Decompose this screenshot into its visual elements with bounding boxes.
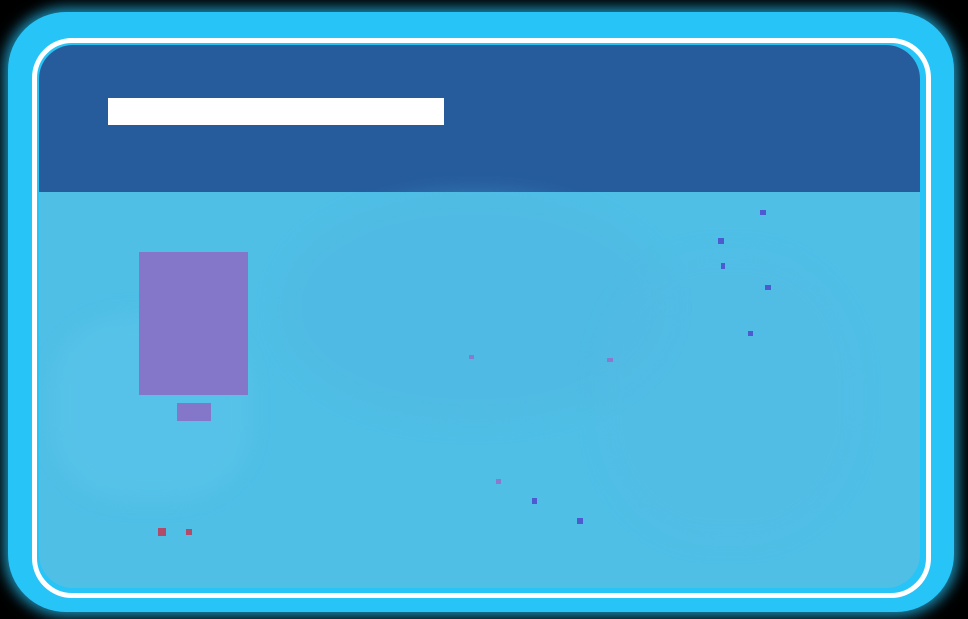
pixel-dot [721, 263, 725, 269]
pixel-dot [577, 518, 583, 524]
pixel-dot-red [186, 529, 192, 535]
purple-block-small[interactable] [177, 403, 211, 421]
game-panel [39, 45, 920, 588]
header-band [39, 45, 920, 192]
purple-block-tall[interactable] [139, 252, 248, 395]
faded-shape-right [599, 252, 859, 542]
pixel-dot-red [158, 528, 166, 536]
pixel-dot [760, 210, 766, 215]
pixel-dot [469, 355, 474, 359]
pixel-dot [496, 479, 501, 484]
pixel-dot [532, 498, 537, 504]
pixel-dot [607, 358, 613, 362]
pixel-dot [765, 285, 771, 290]
title-bar [108, 98, 444, 125]
pixel-dot [748, 331, 753, 336]
play-field[interactable] [39, 192, 920, 588]
pixel-dot [718, 238, 724, 244]
